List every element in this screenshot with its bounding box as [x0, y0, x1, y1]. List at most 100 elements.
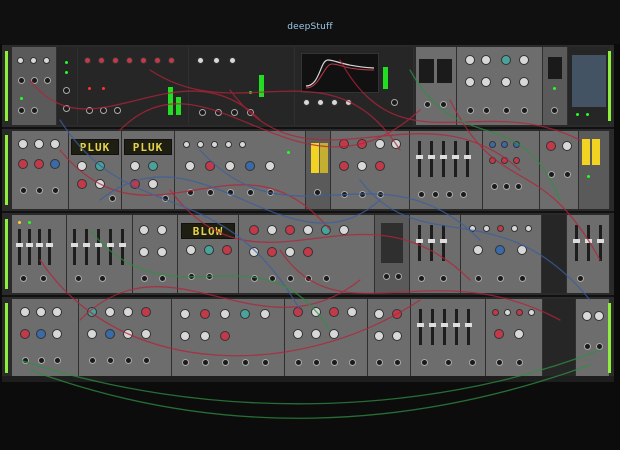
knob[interactable]: [87, 307, 97, 317]
jack[interactable]: [349, 359, 356, 366]
knob[interactable]: [501, 157, 508, 164]
jack[interactable]: [295, 359, 302, 366]
fader[interactable]: [440, 225, 447, 261]
knob[interactable]: [489, 141, 496, 148]
knob[interactable]: [200, 309, 210, 319]
knob[interactable]: [303, 99, 310, 106]
knob[interactable]: [123, 329, 133, 339]
jack[interactable]: [86, 107, 93, 114]
module-voice[interactable]: [12, 131, 69, 209]
jack[interactable]: [496, 359, 503, 366]
knob[interactable]: [20, 329, 30, 339]
jack[interactable]: [503, 183, 510, 190]
fader[interactable]: [597, 225, 604, 261]
jack[interactable]: [215, 109, 222, 116]
knob[interactable]: [36, 307, 46, 317]
knob[interactable]: [197, 141, 204, 148]
jack[interactable]: [516, 359, 523, 366]
jack[interactable]: [548, 171, 555, 178]
knob[interactable]: [204, 245, 214, 255]
jack[interactable]: [143, 357, 150, 364]
knob[interactable]: [303, 225, 313, 235]
knob[interactable]: [240, 309, 250, 319]
knob[interactable]: [17, 57, 24, 64]
empty-rack-area[interactable]: [0, 376, 620, 450]
jack[interactable]: [63, 105, 70, 112]
jack[interactable]: [202, 359, 209, 366]
fader[interactable]: [416, 141, 423, 177]
jack[interactable]: [162, 195, 169, 202]
jack[interactable]: [222, 359, 229, 366]
knob[interactable]: [293, 307, 303, 317]
knob[interactable]: [105, 307, 115, 317]
knob[interactable]: [34, 159, 44, 169]
knob[interactable]: [517, 245, 527, 255]
knob[interactable]: [495, 245, 505, 255]
jack[interactable]: [491, 183, 498, 190]
knob[interactable]: [211, 141, 218, 148]
fader[interactable]: [36, 229, 43, 265]
module-delay[interactable]: [368, 299, 411, 377]
jack[interactable]: [383, 273, 390, 280]
knob[interactable]: [130, 161, 140, 171]
module-sequencer-a[interactable]: [12, 215, 67, 293]
knob[interactable]: [317, 99, 324, 106]
knob[interactable]: [525, 225, 532, 232]
jack[interactable]: [182, 359, 189, 366]
knob[interactable]: [84, 57, 91, 64]
knob[interactable]: [374, 309, 384, 319]
knob[interactable]: [293, 329, 303, 339]
jack[interactable]: [207, 189, 214, 196]
jack[interactable]: [446, 191, 453, 198]
jack[interactable]: [314, 189, 321, 196]
knob[interactable]: [465, 77, 475, 87]
fader[interactable]: [416, 225, 423, 261]
knob[interactable]: [105, 329, 115, 339]
knob[interactable]: [52, 307, 62, 317]
knob[interactable]: [311, 307, 321, 317]
fader[interactable]: [417, 309, 424, 345]
jack[interactable]: [109, 195, 116, 202]
fader[interactable]: [465, 309, 472, 345]
knob[interactable]: [229, 57, 236, 64]
jack[interactable]: [251, 275, 258, 282]
jack[interactable]: [519, 275, 526, 282]
jack[interactable]: [89, 357, 96, 364]
module-quad-vca[interactable]: [285, 299, 368, 377]
fader[interactable]: [453, 309, 460, 345]
jack[interactable]: [564, 171, 571, 178]
knob[interactable]: [34, 139, 44, 149]
knob[interactable]: [50, 159, 60, 169]
knob[interactable]: [267, 247, 277, 257]
fader[interactable]: [573, 225, 580, 261]
module-sequencer[interactable]: [78, 47, 189, 125]
knob[interactable]: [494, 329, 504, 339]
jack[interactable]: [584, 343, 591, 350]
fader[interactable]: [464, 141, 471, 177]
jack[interactable]: [40, 275, 47, 282]
jack[interactable]: [31, 77, 38, 84]
jack[interactable]: [75, 275, 82, 282]
jack[interactable]: [421, 359, 428, 366]
module-lfo[interactable]: [133, 215, 178, 293]
jack[interactable]: [469, 359, 476, 366]
jack[interactable]: [418, 275, 425, 282]
module-vu[interactable]: [579, 131, 610, 209]
knob[interactable]: [516, 309, 523, 316]
knob[interactable]: [513, 157, 520, 164]
knob[interactable]: [267, 225, 277, 235]
knob[interactable]: [260, 309, 270, 319]
knob[interactable]: [220, 331, 230, 341]
module-router[interactable]: [461, 215, 542, 293]
knob[interactable]: [357, 161, 367, 171]
knob[interactable]: [285, 247, 295, 257]
knob[interactable]: [483, 225, 490, 232]
module-narrow[interactable]: [57, 47, 78, 125]
knob[interactable]: [139, 225, 149, 235]
knob[interactable]: [504, 309, 511, 316]
knob[interactable]: [528, 309, 535, 316]
module-filter-bank[interactable]: [175, 131, 306, 209]
fader[interactable]: [71, 229, 78, 265]
jack[interactable]: [54, 357, 61, 364]
module-meter[interactable]: [543, 47, 568, 125]
